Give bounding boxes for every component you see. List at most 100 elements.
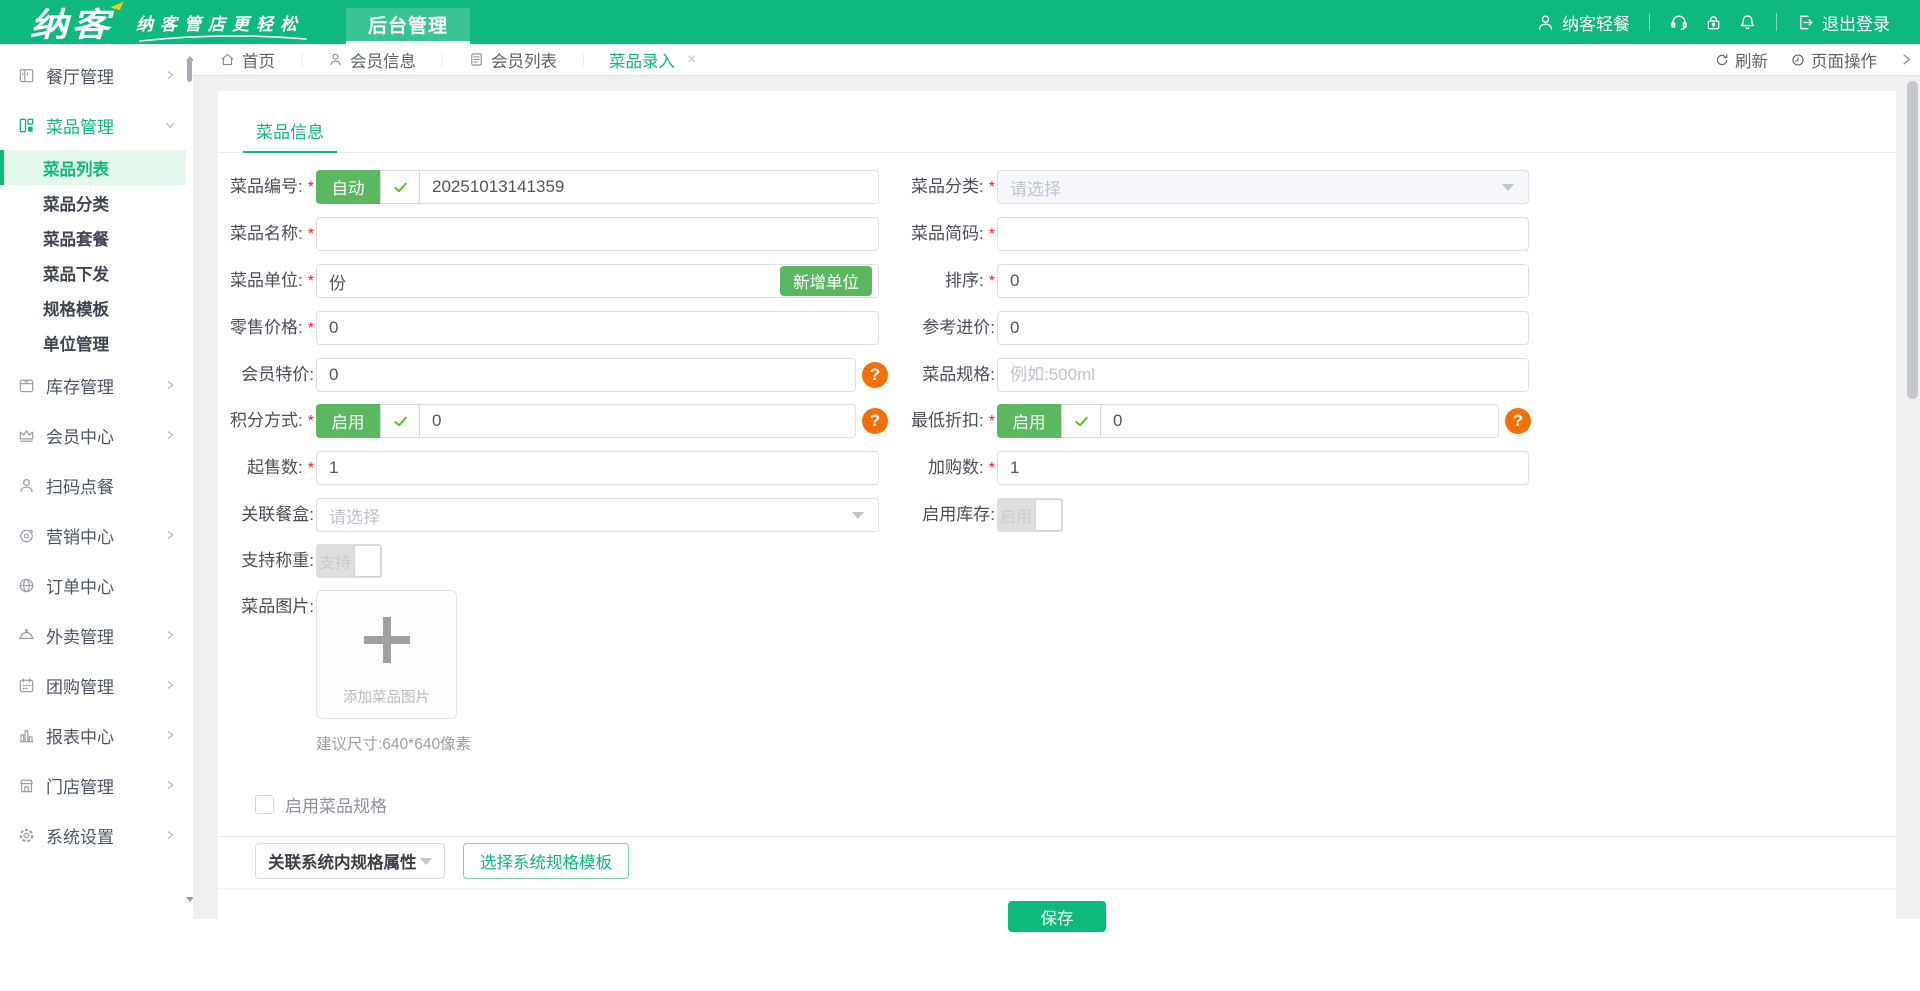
footer-divider xyxy=(218,888,1896,889)
points-enable-button[interactable]: 启用 xyxy=(316,404,380,438)
min-sale-input[interactable] xyxy=(316,451,879,485)
sidebar-subitem-dish-list[interactable]: 菜品列表 xyxy=(0,150,186,185)
sidebar-subitem-dish-dispatch[interactable]: 菜品下发 xyxy=(0,255,186,290)
header-divider xyxy=(1776,13,1777,31)
auto-check-toggle[interactable] xyxy=(380,170,420,204)
sidebar-item-reports[interactable]: 报表中心 xyxy=(0,710,186,760)
main-scrollbar-thumb[interactable] xyxy=(1907,81,1918,399)
weigh-toggle[interactable]: 支持 xyxy=(316,544,382,578)
tab-dish-entry[interactable]: 菜品录入 × xyxy=(583,44,722,75)
ref-price-input[interactable] xyxy=(997,311,1529,345)
tab-home[interactable]: 首页 xyxy=(193,44,301,75)
select-placeholder: 请选择 xyxy=(1010,175,1061,200)
sidebar-item-takeout[interactable]: 外卖管理 xyxy=(0,610,186,660)
refresh-button[interactable]: 刷新 xyxy=(1714,48,1768,72)
page-tabbar: 首页 会员信息 会员列表 菜品录入 × 刷新 页面操作 xyxy=(193,44,1920,76)
sidebar-item-label: 菜品管理 xyxy=(46,113,164,138)
sidebar-item-member-center[interactable]: 会员中心 xyxy=(0,410,186,460)
sidebar-item-group-buy[interactable]: 团购管理 xyxy=(0,660,186,710)
save-button[interactable]: 保存 xyxy=(1008,901,1106,932)
spec-template-row: 关联系统内规格属性 选择系统规格模板 xyxy=(218,843,1896,879)
sidebar-subitem-dish-category[interactable]: 菜品分类 xyxy=(0,185,186,220)
image-upload-box[interactable]: 添加菜品图片 xyxy=(316,590,457,719)
tab-member-info[interactable]: 会员信息 xyxy=(301,44,442,75)
chevron-right-icon xyxy=(164,679,176,691)
person-icon xyxy=(17,476,36,495)
dish-spec-label: 菜品规格: xyxy=(888,358,997,392)
main-scrollbar-track[interactable] xyxy=(1905,76,1920,919)
account-menu[interactable]: 纳客轻餐 xyxy=(1536,10,1630,35)
close-icon[interactable]: × xyxy=(687,51,696,69)
discount-enable-button[interactable]: 启用 xyxy=(997,404,1061,438)
min-discount-label: 最低折扣:* xyxy=(888,404,997,439)
sort-input[interactable] xyxy=(997,264,1529,298)
chevron-right-icon xyxy=(164,69,176,81)
dish-code-label: 菜品编号:* xyxy=(218,170,316,205)
sidebar-item-scan-order[interactable]: 扫码点餐 xyxy=(0,460,186,510)
nav-tab-backend[interactable]: 后台管理 xyxy=(346,8,470,44)
sidebar-subitem-spec-template[interactable]: 规格模板 xyxy=(0,290,186,325)
sidebar-item-marketing[interactable]: 营销中心 xyxy=(0,510,186,560)
retail-price-field xyxy=(316,311,888,345)
save-row: 保存 xyxy=(218,901,1896,932)
spec-attr-select[interactable]: 关联系统内规格属性 xyxy=(255,843,445,879)
sidebar-subitem-dish-combo[interactable]: 菜品套餐 xyxy=(0,220,186,255)
help-question-icon[interactable]: ? xyxy=(1505,408,1531,434)
dish-name-input[interactable] xyxy=(316,217,879,251)
tab-dish-info[interactable]: 菜品信息 xyxy=(243,113,337,153)
toggle-knob xyxy=(354,545,381,577)
add-qty-input[interactable] xyxy=(997,451,1529,485)
bell-icon[interactable] xyxy=(1738,13,1757,32)
page-operations-button[interactable]: 页面操作 xyxy=(1790,48,1877,72)
sidebar-item-system-settings[interactable]: 系统设置 xyxy=(0,810,186,860)
support-headset-icon[interactable] xyxy=(1669,12,1689,32)
sidebar-subitem-unit-management[interactable]: 单位管理 xyxy=(0,325,186,360)
discount-check-toggle[interactable] xyxy=(1061,404,1101,438)
logo-text: 纳客 xyxy=(30,6,113,43)
add-unit-button[interactable]: 新增单位 xyxy=(780,266,872,296)
dish-code-input: 自动 20251013141359 xyxy=(316,170,879,204)
user-icon xyxy=(1536,13,1555,32)
logout-icon xyxy=(1796,13,1815,32)
min-discount-field: 启用 0 ? xyxy=(997,404,1531,438)
points-mode-label: 积分方式:* xyxy=(218,404,316,439)
auto-number-button[interactable]: 自动 xyxy=(316,170,380,204)
sidebar-item-inventory[interactable]: 库存管理 xyxy=(0,360,186,410)
sidebar-item-label: 外卖管理 xyxy=(46,623,164,648)
stock-toggle[interactable]: 启用 xyxy=(997,498,1063,532)
chevron-down-icon xyxy=(1502,184,1514,191)
gear-icon xyxy=(17,826,36,845)
tab-member-list[interactable]: 会员列表 xyxy=(442,44,583,75)
help-question-icon[interactable]: ? xyxy=(862,362,888,388)
sidebar-item-dish-management[interactable]: 菜品管理 xyxy=(0,100,186,150)
points-check-toggle[interactable] xyxy=(380,404,420,438)
sidebar-item-store-management[interactable]: 门店管理 xyxy=(0,760,186,810)
sidebar-item-label: 门店管理 xyxy=(46,773,164,798)
dish-form-panel: 菜品信息 菜品编号:* 自动 20251013141359 菜品分类:* 请选择 xyxy=(218,91,1896,991)
sidebar-item-order-center[interactable]: 订单中心 xyxy=(0,560,186,610)
check-icon xyxy=(392,413,409,430)
bar-chart-icon xyxy=(17,726,36,745)
min-discount-value[interactable]: 0 xyxy=(1101,405,1122,437)
sidebar-item-label: 会员中心 xyxy=(46,423,164,448)
member-price-input[interactable] xyxy=(316,358,856,392)
logout-button[interactable]: 退出登录 xyxy=(1796,10,1890,35)
chevron-right-icon[interactable] xyxy=(1899,52,1914,67)
dish-code-value[interactable]: 20251013141359 xyxy=(420,171,564,203)
header-right: 纳客轻餐 退出登录 xyxy=(1536,10,1890,35)
sidebar-item-label: 系统设置 xyxy=(46,823,164,848)
help-question-icon[interactable]: ? xyxy=(862,408,888,434)
dish-spec-input[interactable] xyxy=(997,358,1529,392)
lock-icon[interactable] xyxy=(1704,13,1723,32)
choose-spec-template-button[interactable]: 选择系统规格模板 xyxy=(463,843,629,879)
sidebar-item-restaurant[interactable]: 餐厅管理 xyxy=(0,50,186,100)
sidebar-scrollbar-thumb[interactable] xyxy=(187,58,192,82)
retail-price-input[interactable] xyxy=(316,311,879,345)
points-value[interactable]: 0 xyxy=(420,405,441,437)
dish-category-select[interactable]: 请选择 xyxy=(997,170,1529,204)
plus-icon xyxy=(364,617,410,663)
dish-shortcode-input[interactable] xyxy=(997,217,1529,251)
enable-spec-checkbox[interactable] xyxy=(255,795,274,814)
add-qty-field xyxy=(997,451,1531,485)
linked-box-select[interactable]: 请选择 xyxy=(316,498,879,532)
